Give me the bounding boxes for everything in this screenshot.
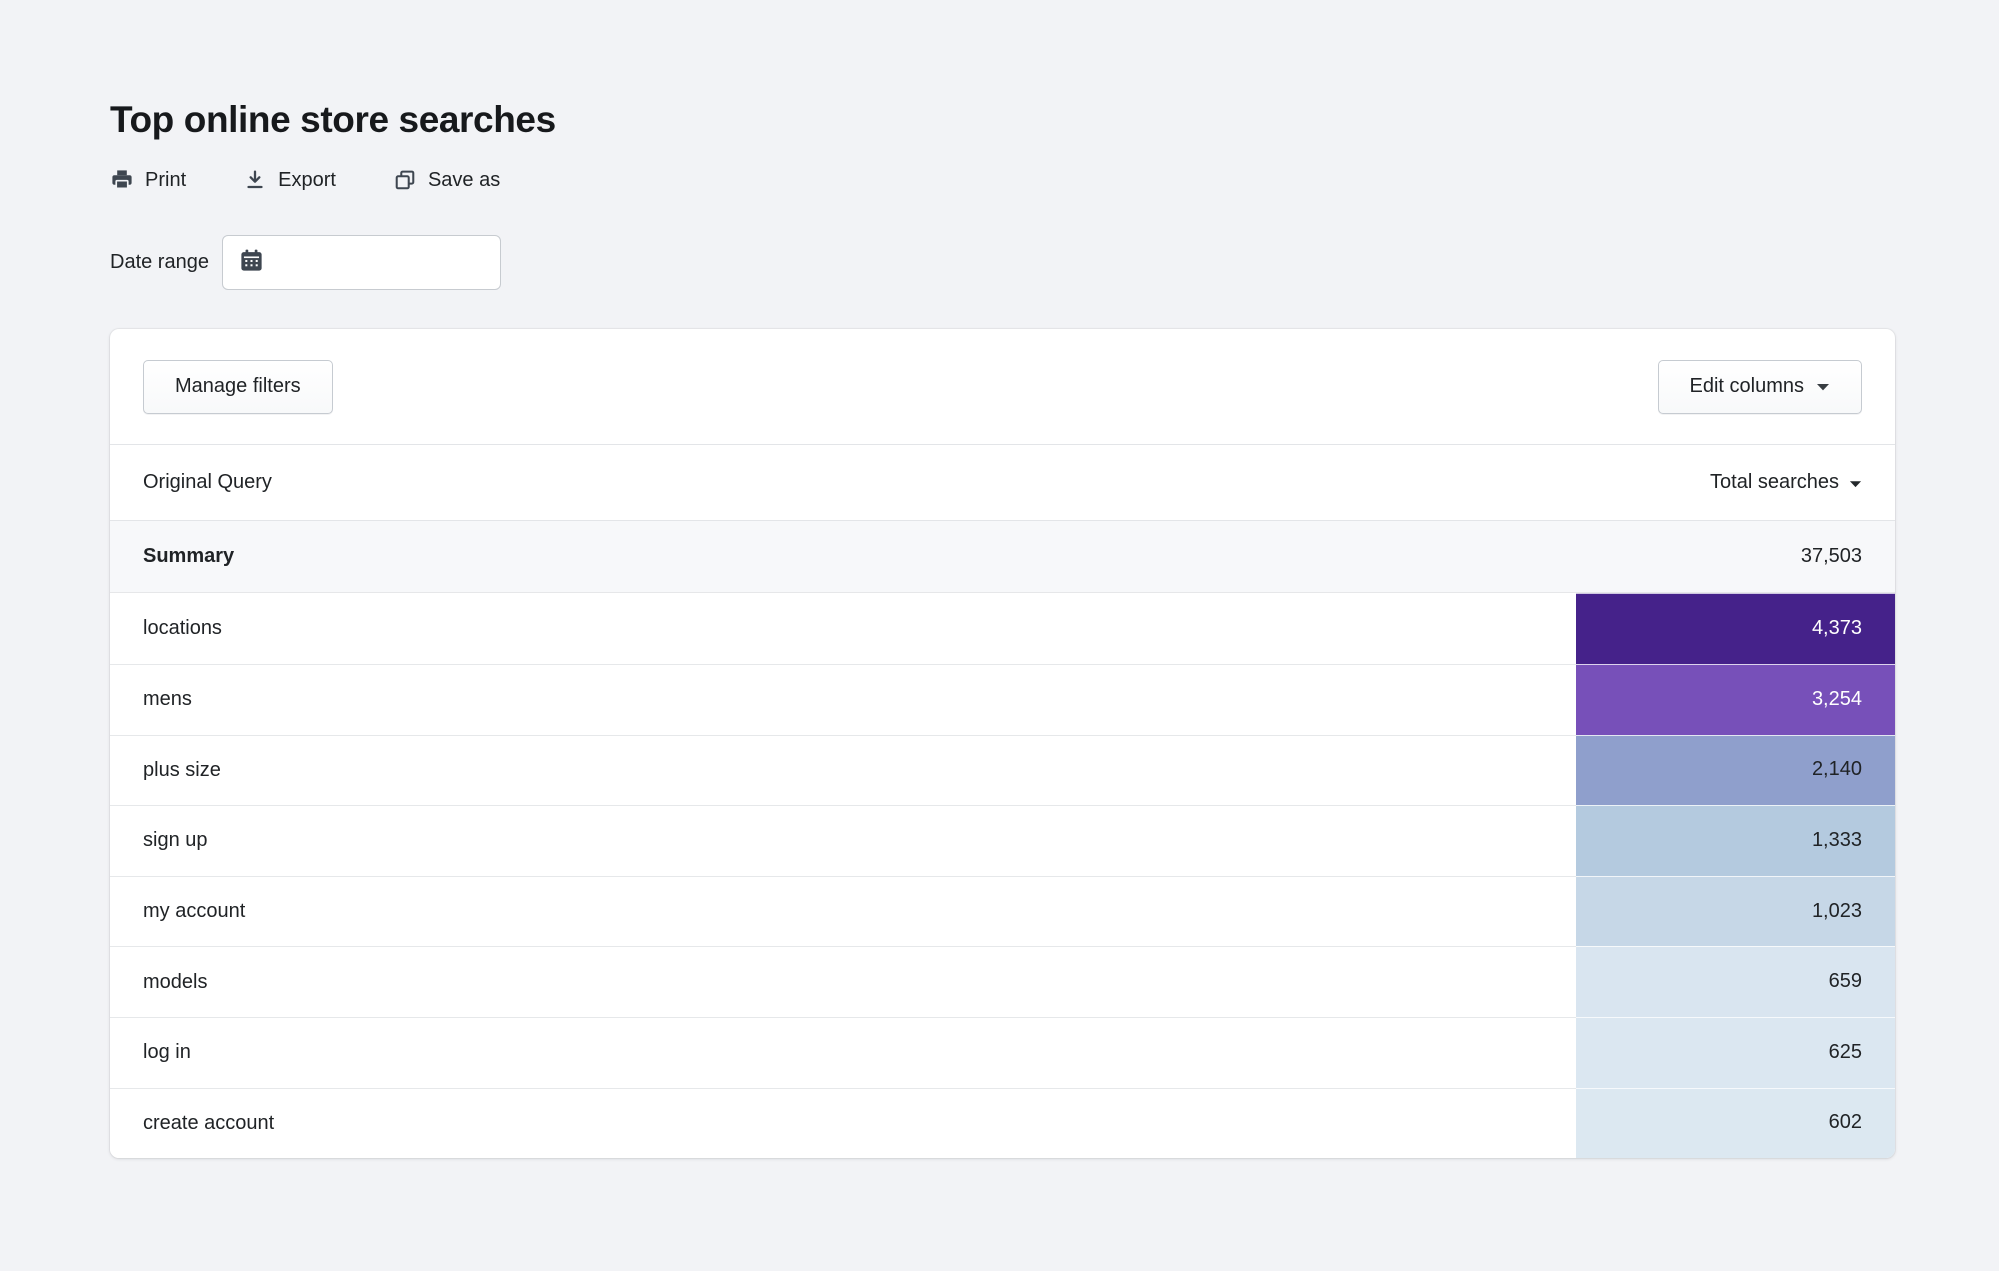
query-cell: models <box>110 946 1576 1017</box>
query-cell: sign up <box>110 805 1576 876</box>
export-button[interactable]: Export <box>243 168 336 192</box>
table-row: mens 3,254 <box>110 663 1895 735</box>
calendar-icon <box>238 247 265 279</box>
date-range-input[interactable] <box>221 235 501 291</box>
sort-caret-down-icon <box>1849 471 1862 494</box>
summary-value: 37,503 <box>1800 545 1862 568</box>
edit-columns-button[interactable]: Edit columns <box>1657 359 1862 414</box>
table-row: models 659 <box>110 946 1895 1017</box>
summary-label: Summary <box>143 545 235 568</box>
save-as-button[interactable]: Save as <box>393 168 500 192</box>
table-header: Original Query Total searches <box>110 445 1895 522</box>
value-cell: 1,333 <box>1576 805 1895 876</box>
manage-filters-label: Manage filters <box>175 375 301 398</box>
caret-down-icon <box>1816 383 1830 391</box>
table-row: my account 1,023 <box>110 875 1895 947</box>
query-cell: create account <box>110 1087 1576 1159</box>
report-page: Top online store searches Print Export S… <box>0 0 1999 1159</box>
table-row: sign up 1,333 <box>110 805 1895 876</box>
query-cell: mens <box>110 663 1576 735</box>
save-as-label: Save as <box>427 168 501 191</box>
export-label: Export <box>278 168 336 191</box>
query-cell: my account <box>110 875 1576 947</box>
report-actions: Print Export Save as <box>110 168 1895 192</box>
table-row: plus size 2,140 <box>110 734 1895 806</box>
table-row: create account 602 <box>110 1087 1895 1159</box>
value-cell: 625 <box>1576 1016 1895 1088</box>
date-range-row: Date range <box>110 235 1895 291</box>
value-cell: 4,373 <box>1576 593 1895 664</box>
value-cell: 659 <box>1576 946 1895 1017</box>
edit-columns-label: Edit columns <box>1689 375 1805 398</box>
table-row: log in 625 <box>110 1016 1895 1088</box>
card-filter-bar: Manage filters Edit columns <box>110 329 1895 446</box>
print-label: Print <box>145 168 187 191</box>
query-cell: log in <box>110 1016 1576 1088</box>
manage-filters-button[interactable]: Manage filters <box>143 359 333 414</box>
value-cell: 1,023 <box>1576 875 1895 947</box>
duplicate-icon <box>393 168 417 192</box>
query-cell: plus size <box>110 734 1576 806</box>
date-range-label: Date range <box>110 251 209 274</box>
printer-icon <box>110 168 134 192</box>
page-title: Top online store searches <box>110 99 556 140</box>
summary-row: Summary 37,503 <box>110 521 1895 594</box>
table-row: locations 4,373 <box>110 593 1895 664</box>
query-cell: locations <box>110 593 1576 664</box>
value-cell: 602 <box>1576 1087 1895 1159</box>
report-card: Manage filters Edit columns Original Que… <box>110 329 1895 1159</box>
column-header-original-query[interactable]: Original Query <box>143 471 272 494</box>
download-icon <box>243 168 267 192</box>
value-cell: 3,254 <box>1576 663 1895 735</box>
table-body: locations 4,373 mens 3,254 plus size 2,1… <box>110 593 1895 1159</box>
value-cell: 2,140 <box>1576 734 1895 806</box>
print-button[interactable]: Print <box>110 168 186 192</box>
total-searches-label: Total searches <box>1710 471 1839 494</box>
column-header-total-searches[interactable]: Total searches <box>1710 471 1862 494</box>
